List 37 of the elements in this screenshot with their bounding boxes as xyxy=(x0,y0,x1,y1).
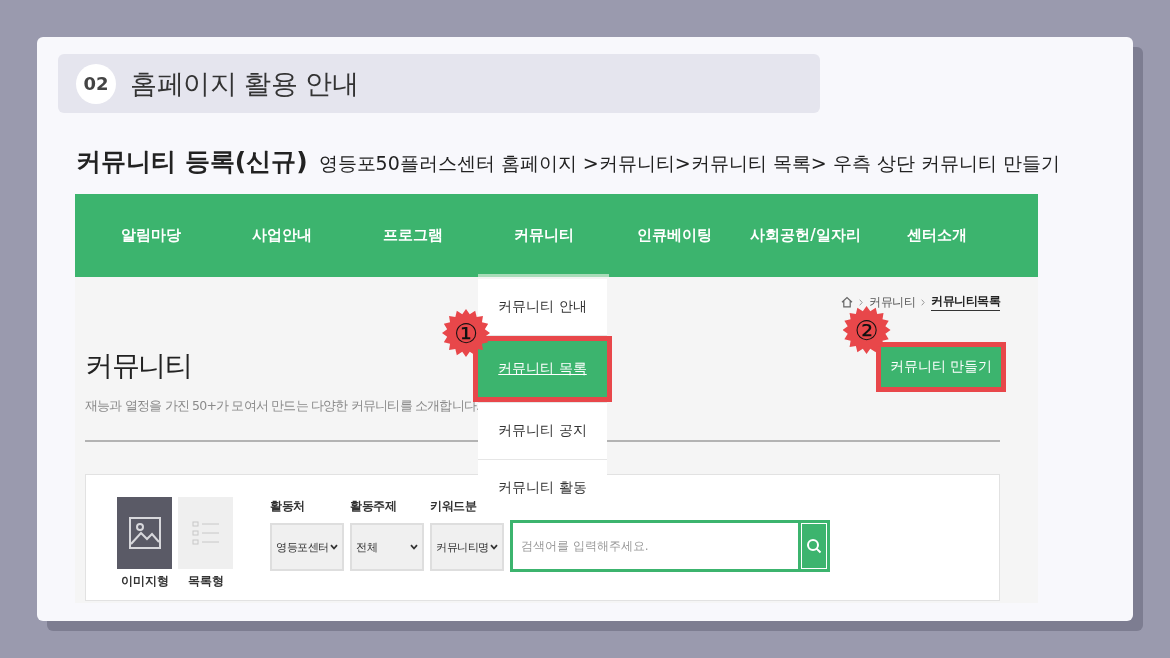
nav-tab[interactable]: 프로그램 xyxy=(347,194,478,277)
chevron-icon xyxy=(859,298,863,306)
create-button[interactable]: 커뮤니티 만들기 xyxy=(880,347,1001,387)
instruction-heading: 커뮤니티 등록(신규) xyxy=(76,146,308,178)
home-icon[interactable] xyxy=(841,296,853,308)
nav-tab[interactable]: 커뮤니티 xyxy=(478,194,609,277)
filter-label: 키워드분 xyxy=(430,498,478,514)
view-mode-tile[interactable] xyxy=(117,497,172,569)
view-mode-label: 목록형 xyxy=(187,573,224,589)
view-mode-label: 이미지형 xyxy=(120,573,169,589)
chevron-down-icon xyxy=(490,544,498,550)
section-number: 02 xyxy=(76,63,116,104)
search-field[interactable]: 검색어를 입력해주세요. xyxy=(510,520,798,572)
search-icon xyxy=(806,538,822,554)
breadcrumb-link[interactable]: 커뮤니티목록 xyxy=(931,293,1000,311)
filter-label: 활동주제 xyxy=(350,498,397,514)
chevron-icon xyxy=(921,298,925,306)
chevron-down-icon xyxy=(330,544,338,550)
chevron-down-icon xyxy=(410,544,418,550)
page-title: 커뮤니티 xyxy=(85,348,192,384)
menu-item[interactable]: 커뮤니티 목록 xyxy=(478,341,607,397)
image-icon xyxy=(127,516,162,550)
filter-label: 활동처 xyxy=(270,498,306,514)
list-icon xyxy=(191,520,220,546)
select-field[interactable]: 영등포센터 xyxy=(270,523,344,571)
nav-tab[interactable]: 센터소개 xyxy=(871,194,1002,277)
page-description: 재능과 열정을 가진 50+가 모여서 만드는 다양한 커뮤니티를 소개합니다. xyxy=(85,397,480,415)
search-button[interactable] xyxy=(798,520,830,572)
instruction-text: 영등포50플러스센터 홈페이지 >커뮤니티>커뮤니티 목록> 우측 상단 커뮤니티 만들기 xyxy=(318,151,1060,176)
view-mode-tile[interactable] xyxy=(178,497,233,569)
nav-tab[interactable]: 알림마당 xyxy=(85,194,216,277)
select-field[interactable]: 커뮤니티명 xyxy=(430,523,504,571)
section-title: 홈페이지 활용 안내 xyxy=(130,66,359,101)
select-field[interactable]: 전체 xyxy=(350,523,424,571)
nav-tab[interactable]: 사회공헌/일자리 xyxy=(740,194,871,277)
nav-tab[interactable]: 사업안내 xyxy=(216,194,347,277)
nav-tab[interactable]: 인큐베이팅 xyxy=(609,194,740,277)
